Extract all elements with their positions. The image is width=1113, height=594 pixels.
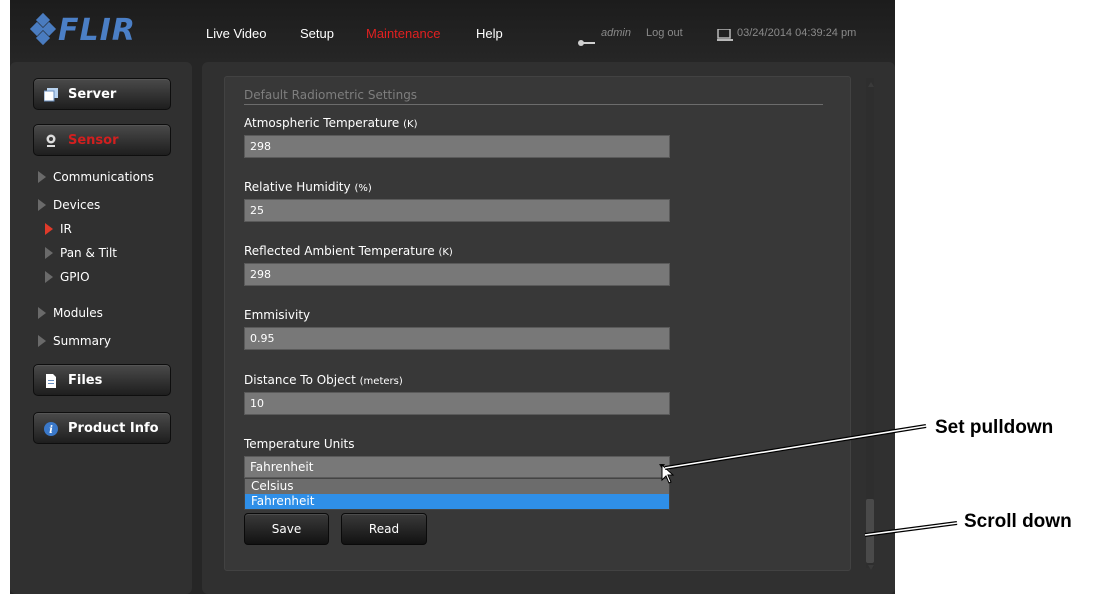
annotation-scroll-down: Scroll down	[964, 511, 1072, 532]
annotation-set-pulldown: Set pulldown	[935, 417, 1054, 438]
annotation-lines	[664, 424, 958, 537]
